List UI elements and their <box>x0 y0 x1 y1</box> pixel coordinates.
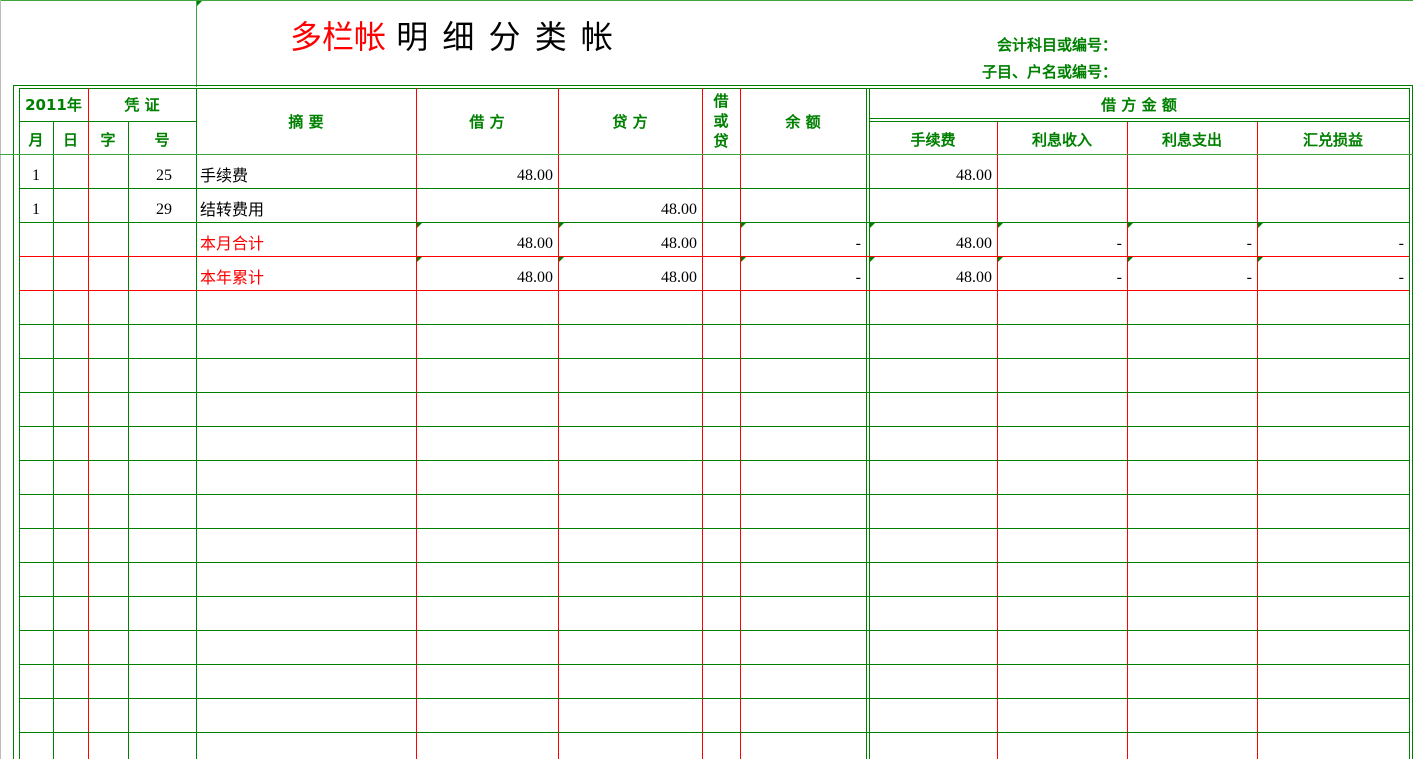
grid-line <box>0 0 1 759</box>
header-hao: 号 <box>128 129 196 150</box>
formula-indicator-icon <box>1258 223 1263 228</box>
header-int-in: 利息收入 <box>997 129 1127 150</box>
page-title: 多栏帐 明 细 分 类 帐 <box>290 12 615 58</box>
cell-fx[interactable]: - <box>1257 234 1409 254</box>
grid-line <box>19 256 1409 257</box>
formula-indicator-icon <box>870 257 875 262</box>
grid-line <box>19 426 1409 427</box>
grid-line <box>19 88 1410 89</box>
header-debit: 借 方 <box>416 111 558 132</box>
comment-indicator-icon <box>197 1 202 6</box>
header-day: 日 <box>53 129 88 150</box>
title-red: 多栏帐 <box>290 18 386 56</box>
grid-line <box>13 85 14 759</box>
cell-int-out[interactable]: - <box>1127 268 1257 288</box>
header-int-out: 利息支出 <box>1127 129 1257 150</box>
formula-indicator-icon <box>1128 223 1133 228</box>
grid-line <box>19 324 1409 325</box>
cell-credit[interactable]: 48.00 <box>558 234 702 254</box>
cell-summary[interactable]: 手续费 <box>196 166 416 186</box>
cell-fee[interactable]: 48.00 <box>869 166 997 186</box>
header-month: 月 <box>19 129 53 150</box>
grid-line <box>19 698 1409 699</box>
cell-hao[interactable]: 25 <box>128 166 196 186</box>
sub-account-label: 子目、户名或编号： <box>982 61 1117 82</box>
cell-summary[interactable]: 结转费用 <box>196 200 416 220</box>
header-zi: 字 <box>88 129 128 150</box>
cell-fx[interactable]: - <box>1257 268 1409 288</box>
cell-balance[interactable]: - <box>740 234 866 254</box>
grid-line <box>19 188 1409 189</box>
grid-line <box>19 664 1409 665</box>
formula-indicator-icon <box>998 223 1003 228</box>
formula-indicator-icon <box>417 257 422 262</box>
grid-line <box>19 121 196 122</box>
header-direction: 或 <box>702 110 740 131</box>
cell-summary[interactable]: 本年累计 <box>196 268 416 288</box>
grid-line <box>869 121 1409 122</box>
header-direction: 借 <box>702 90 740 111</box>
cell-hao[interactable]: 29 <box>128 200 196 220</box>
title-black: 明 细 分 类 帐 <box>396 18 615 56</box>
grid-line <box>19 392 1409 393</box>
cell-credit[interactable]: 48.00 <box>558 268 702 288</box>
header-summary: 摘 要 <box>196 111 416 132</box>
grid-line <box>19 596 1409 597</box>
grid-line <box>869 118 1409 119</box>
formula-indicator-icon <box>1258 257 1263 262</box>
grid-line <box>19 290 1409 291</box>
cell-debit[interactable]: 48.00 <box>416 234 558 254</box>
cell-debit[interactable]: 48.00 <box>416 268 558 288</box>
header-balance: 余 额 <box>740 111 866 132</box>
grid-line <box>19 494 1409 495</box>
grid-line <box>196 0 197 87</box>
header-debit-amount: 借 方 金 额 <box>869 94 1409 115</box>
formula-indicator-icon <box>559 223 564 228</box>
formula-indicator-icon <box>1128 257 1133 262</box>
formula-indicator-icon <box>998 257 1003 262</box>
grid-line <box>19 562 1409 563</box>
cell-fee[interactable]: 48.00 <box>869 234 997 254</box>
grid-line <box>19 222 1409 223</box>
account-label: 会计科目或编号： <box>997 34 1117 55</box>
header-voucher: 凭 证 <box>88 94 196 115</box>
grid-line <box>1409 88 1410 759</box>
cell-summary[interactable]: 本月合计 <box>196 234 416 254</box>
cell-month[interactable]: 1 <box>19 166 53 186</box>
grid-line <box>19 358 1409 359</box>
cell-int-in[interactable]: - <box>997 234 1127 254</box>
formula-indicator-icon <box>870 223 875 228</box>
header-fx: 汇兑损益 <box>1257 129 1409 150</box>
cell-int-out[interactable]: - <box>1127 234 1257 254</box>
grid-line <box>0 154 1413 155</box>
cell-credit[interactable]: 48.00 <box>558 200 702 220</box>
cell-month[interactable]: 1 <box>19 200 53 220</box>
cell-fee[interactable]: 48.00 <box>869 268 997 288</box>
grid-line <box>19 528 1409 529</box>
grid-line <box>19 732 1409 733</box>
header-credit: 贷 方 <box>558 111 702 132</box>
grid-line <box>19 460 1409 461</box>
cell-int-in[interactable]: - <box>997 268 1127 288</box>
grid-line <box>0 0 1413 1</box>
formula-indicator-icon <box>417 223 422 228</box>
header-year: 2011年 <box>19 94 88 115</box>
formula-indicator-icon <box>559 257 564 262</box>
header-fee: 手续费 <box>869 129 997 150</box>
cell-balance[interactable]: - <box>740 268 866 288</box>
grid-line <box>19 630 1409 631</box>
formula-indicator-icon <box>741 223 746 228</box>
formula-indicator-icon <box>741 257 746 262</box>
header-direction: 贷 <box>702 130 740 151</box>
cell-debit[interactable]: 48.00 <box>416 166 558 186</box>
grid-line <box>13 85 1413 86</box>
